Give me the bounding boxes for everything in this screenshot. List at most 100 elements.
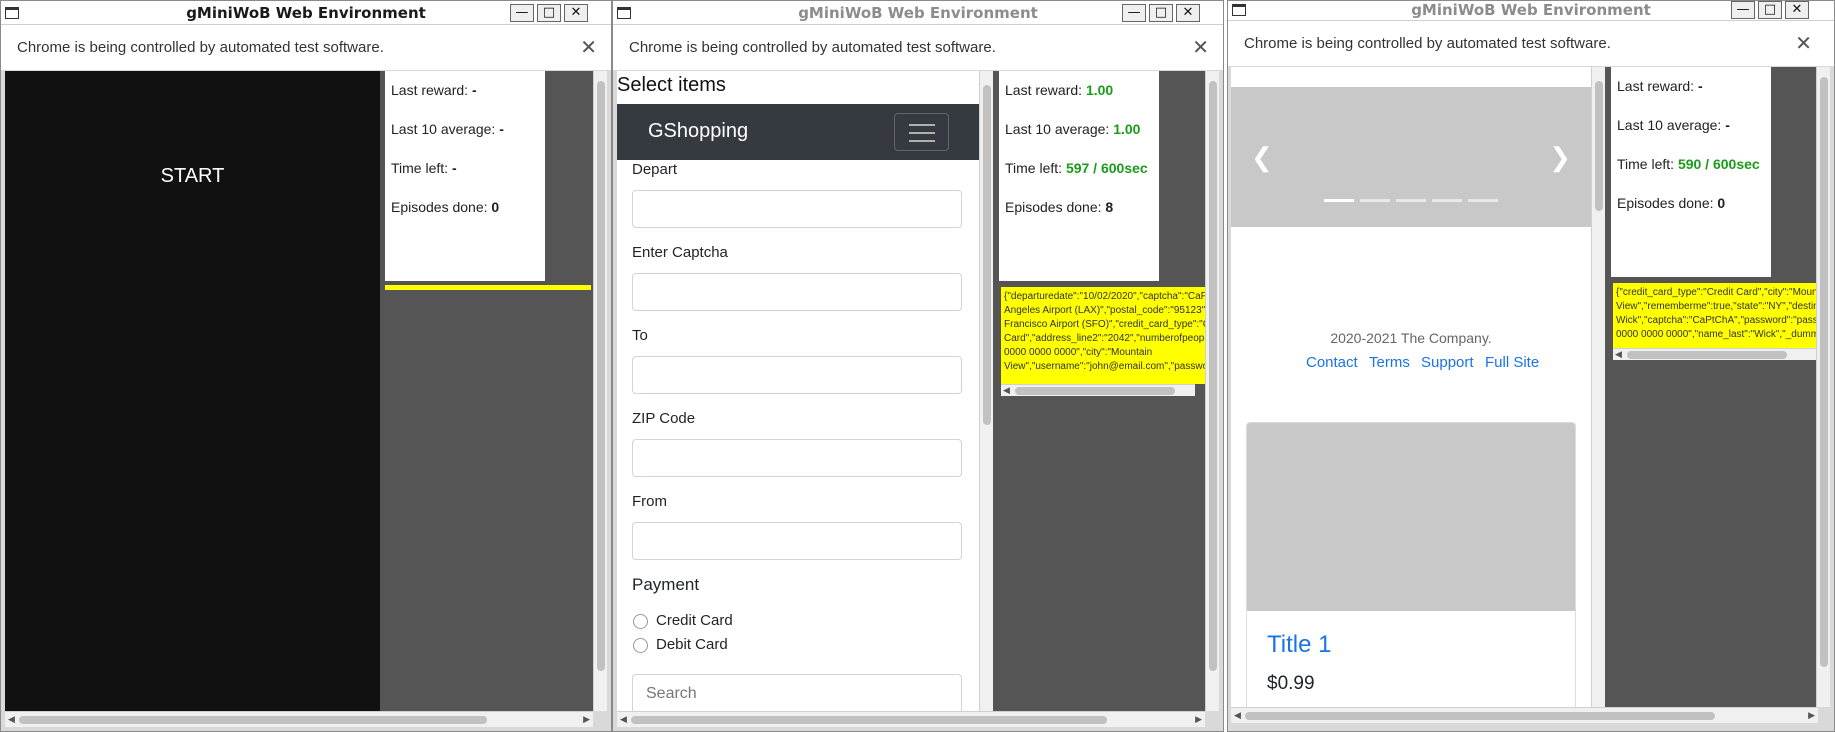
infobar-close-button[interactable]: ✕ bbox=[580, 35, 597, 59]
minimize-button[interactable]: — bbox=[1731, 1, 1755, 19]
product-title[interactable]: Title 1 bbox=[1267, 631, 1331, 659]
maximize-button[interactable]: □ bbox=[537, 4, 561, 22]
time-left-row: Time left: 597 / 600sec bbox=[1005, 160, 1148, 176]
carousel-indicator[interactable] bbox=[1432, 199, 1462, 202]
zip-input[interactable] bbox=[632, 439, 962, 477]
horizontal-scrollbar[interactable]: ◀ ▶ bbox=[617, 711, 1205, 727]
horizontal-scroll-thumb[interactable] bbox=[631, 716, 1107, 724]
time-left-value: 590 / 600sec bbox=[1677, 156, 1760, 172]
contact-link[interactable]: Contact bbox=[1306, 354, 1358, 371]
navbar: GShopping bbox=[617, 104, 979, 160]
infobar-message: Chrome is being controlled by automated … bbox=[629, 39, 996, 56]
episodes-row: Episodes done: 8 bbox=[1005, 199, 1114, 215]
last-reward-value: - bbox=[471, 82, 477, 98]
vertical-scroll-thumb[interactable] bbox=[1820, 77, 1828, 667]
terms-link[interactable]: Terms bbox=[1369, 354, 1410, 371]
minimize-button[interactable]: — bbox=[1122, 4, 1146, 22]
full-site-link[interactable]: Full Site bbox=[1485, 354, 1539, 371]
to-input[interactable] bbox=[632, 356, 962, 394]
vertical-scrollbar[interactable] bbox=[1816, 67, 1830, 707]
last-reward-row: Last reward: - bbox=[1617, 78, 1703, 94]
brand-link[interactable]: GShopping bbox=[648, 120, 748, 143]
browser-window-1: gMiniWoB Web Environment — □ ✕ Chrome is… bbox=[0, 0, 612, 732]
to-label: To bbox=[632, 327, 648, 344]
yellow-query-bar bbox=[385, 285, 591, 290]
credit-card-label[interactable]: Credit Card bbox=[656, 612, 733, 629]
scroll-right-arrow-icon[interactable]: ▶ bbox=[1195, 715, 1202, 725]
horizontal-scrollbar[interactable]: ◀ ▶ bbox=[5, 711, 593, 727]
json-box-scrollbar[interactable]: ◀ bbox=[1613, 348, 1816, 360]
navbar-toggler-button[interactable] bbox=[894, 113, 949, 151]
vertical-scroll-thumb[interactable] bbox=[1209, 81, 1217, 671]
infobar-close-button[interactable]: ✕ bbox=[1192, 35, 1209, 59]
product-price: $0.99 bbox=[1267, 673, 1315, 694]
episodes-row: Episodes done: 0 bbox=[391, 199, 500, 215]
from-label: From bbox=[632, 493, 667, 510]
time-left-row: Time left: 590 / 600sec bbox=[1617, 156, 1760, 172]
maximize-button[interactable]: □ bbox=[1149, 4, 1173, 22]
page-scroll-thumb[interactable] bbox=[1595, 81, 1603, 211]
title-bar[interactable]: gMiniWoB Web Environment — □ ✕ bbox=[613, 1, 1223, 25]
automation-infobar: Chrome is being controlled by automated … bbox=[613, 25, 1223, 71]
last-reward-value: - bbox=[1697, 78, 1703, 94]
title-bar[interactable]: gMiniWoB Web Environment — □ ✕ bbox=[1228, 1, 1834, 21]
debit-card-label[interactable]: Debit Card bbox=[656, 636, 728, 653]
debit-card-radio[interactable] bbox=[633, 638, 648, 653]
scroll-right-arrow-icon[interactable]: ▶ bbox=[1808, 711, 1815, 721]
carousel-next-icon[interactable]: ❯ bbox=[1549, 142, 1571, 173]
browser-content: ❮ ❯ 2020-2021 The Company. Contact Terms… bbox=[1231, 67, 1830, 707]
infobar-close-button[interactable]: ✕ bbox=[1795, 31, 1812, 55]
close-window-button[interactable]: ✕ bbox=[1176, 4, 1200, 22]
json-query-box: {"credit_card_type":"Credit Card","city"… bbox=[1613, 283, 1817, 348]
scroll-left-arrow-icon[interactable]: ◀ bbox=[8, 715, 15, 725]
json-query-box: {"departuredate":"10/02/2020","captcha":… bbox=[1001, 287, 1207, 384]
captcha-input[interactable] bbox=[632, 273, 962, 311]
minimize-button[interactable]: — bbox=[510, 4, 534, 22]
carousel-prev-icon[interactable]: ❮ bbox=[1251, 142, 1273, 173]
page-vertical-scrollbar[interactable] bbox=[1591, 67, 1605, 707]
vertical-scroll-thumb[interactable] bbox=[597, 81, 605, 671]
last-reward-row: Last reward: 1.00 bbox=[1005, 82, 1114, 98]
stats-panel: Last reward: - Last 10 average: - Time l… bbox=[1611, 67, 1771, 277]
page-vertical-scrollbar[interactable] bbox=[979, 71, 993, 711]
carousel: ❮ ❯ bbox=[1231, 87, 1591, 227]
automation-infobar: Chrome is being controlled by automated … bbox=[1, 25, 611, 71]
carousel-indicator[interactable] bbox=[1360, 199, 1390, 202]
horizontal-scrollbar[interactable]: ◀ ▶ bbox=[1231, 707, 1818, 723]
search-input[interactable]: Search bbox=[632, 674, 962, 711]
carousel-indicator[interactable] bbox=[1324, 199, 1354, 202]
support-link[interactable]: Support bbox=[1421, 354, 1474, 371]
close-window-button[interactable]: ✕ bbox=[1785, 1, 1809, 19]
json-box-scrollbar[interactable]: ◀ bbox=[1001, 384, 1195, 396]
maximize-button[interactable]: □ bbox=[1758, 1, 1782, 19]
vertical-scrollbar[interactable] bbox=[593, 71, 607, 711]
carousel-indicator[interactable] bbox=[1396, 199, 1426, 202]
horizontal-scroll-thumb[interactable] bbox=[19, 716, 487, 724]
task-page: Select items GShopping Depart Enter Capt… bbox=[617, 71, 979, 711]
scroll-right-arrow-icon[interactable]: ▶ bbox=[583, 715, 590, 725]
episodes-value: 8 bbox=[1105, 199, 1114, 215]
page-scroll-thumb[interactable] bbox=[983, 85, 991, 425]
from-input[interactable] bbox=[632, 522, 962, 560]
credit-card-radio[interactable] bbox=[633, 614, 648, 629]
horizontal-scroll-thumb[interactable] bbox=[1245, 712, 1715, 720]
close-window-button[interactable]: ✕ bbox=[564, 4, 588, 22]
scroll-left-arrow-icon[interactable]: ◀ bbox=[1003, 386, 1010, 396]
title-bar[interactable]: gMiniWoB Web Environment — □ ✕ bbox=[1, 1, 611, 25]
vertical-scrollbar[interactable] bbox=[1205, 71, 1219, 711]
last10-value: - bbox=[499, 121, 504, 137]
last10-row: Last 10 average: - bbox=[391, 121, 504, 137]
json-scroll-thumb[interactable] bbox=[1627, 351, 1787, 359]
browser-window-3: gMiniWoB Web Environment — □ ✕ Chrome is… bbox=[1227, 0, 1835, 732]
carousel-indicator[interactable] bbox=[1468, 199, 1498, 202]
start-overlay[interactable]: START bbox=[5, 71, 380, 711]
depart-input[interactable] bbox=[632, 190, 962, 228]
json-scroll-thumb[interactable] bbox=[1015, 387, 1175, 395]
infobar-message: Chrome is being controlled by automated … bbox=[1244, 35, 1611, 52]
scroll-left-arrow-icon[interactable]: ◀ bbox=[1234, 711, 1241, 721]
start-button[interactable]: START bbox=[5, 165, 380, 188]
scroll-left-arrow-icon[interactable]: ◀ bbox=[1615, 350, 1622, 360]
episodes-value: 0 bbox=[1717, 195, 1726, 211]
scroll-left-arrow-icon[interactable]: ◀ bbox=[620, 715, 627, 725]
task-page: ❮ ❯ 2020-2021 The Company. Contact Terms… bbox=[1231, 67, 1591, 707]
